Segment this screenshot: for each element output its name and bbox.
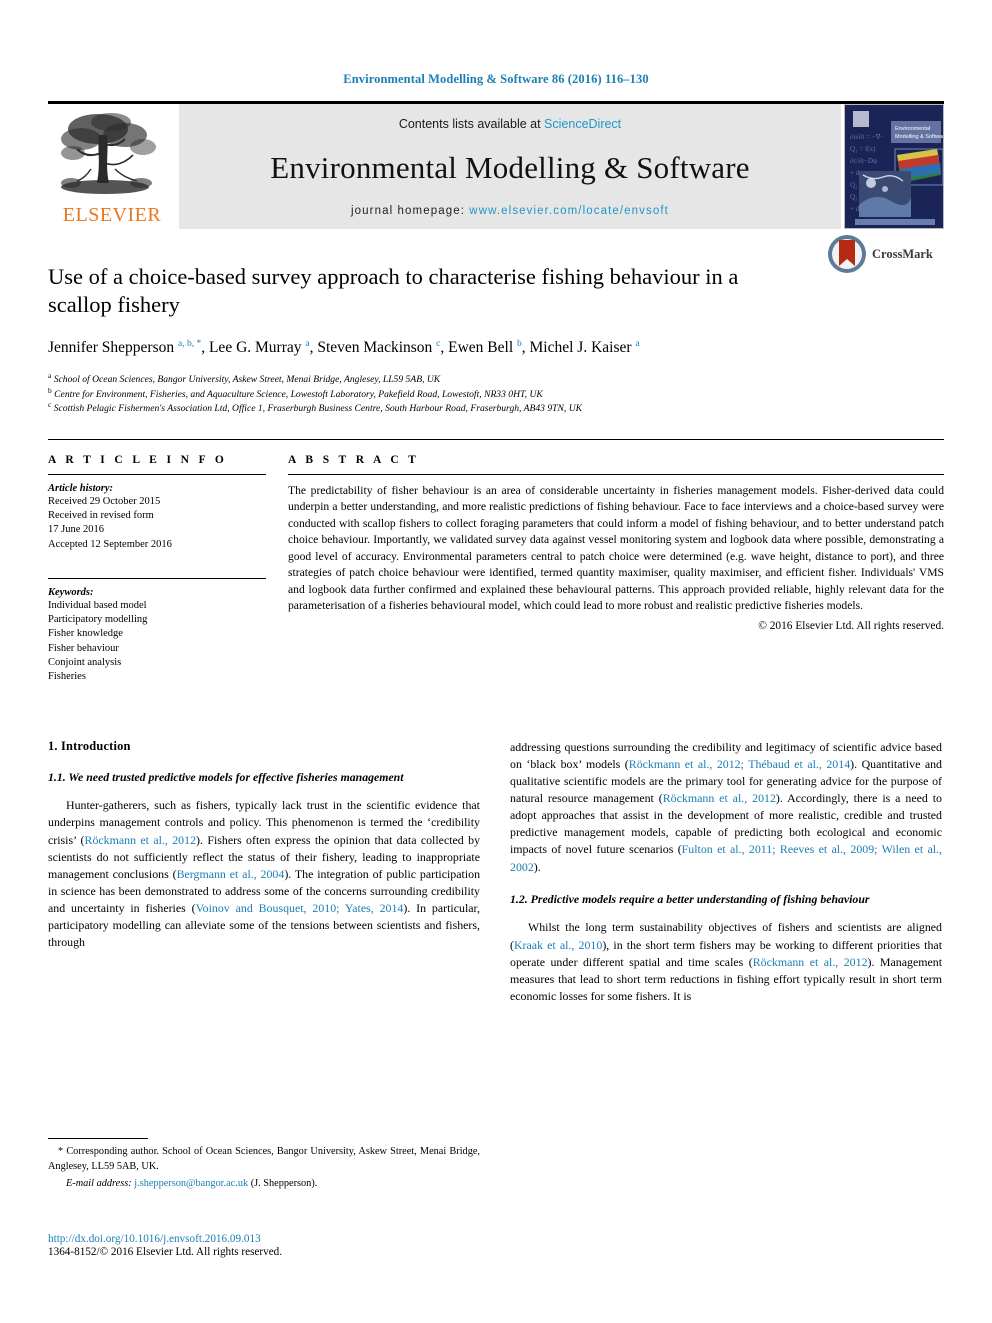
sciencedirect-link[interactable]: ScienceDirect [544,117,621,131]
history-line: 17 June 2016 [48,524,104,536]
affiliation-mark-c: c [48,400,52,410]
section-1-1-heading: 1.1. We need trusted predictive models f… [48,769,404,784]
corresponding-author-note: * Corresponding author. School of Ocean … [48,1146,480,1172]
homepage-prefix: journal homepage: [351,205,470,217]
section-1-heading: 1. Introduction [48,738,131,753]
abstract-column: A B S T R A C T The predictability of fi… [288,454,944,685]
abstract-rule [288,473,944,475]
title-block: CrossMark Use of a choice-based survey a… [48,229,944,417]
running-head: Environmental Modelling & Software 86 (2… [343,72,649,86]
citation-link[interactable]: Röckmann et al., 2012 [85,833,197,847]
crossmark-label: CrossMark [872,246,933,261]
keyword-item: Participatory modelling [48,614,148,626]
journal-banner: Contents lists available at ScienceDirec… [179,104,841,229]
journal-masthead: ELSEVIER Contents lists available at Sci… [48,101,944,229]
svg-text:∂u/∂t = −∇·: ∂u/∂t = −∇· [850,133,883,141]
para2-text-4: ). [533,859,541,874]
keyword-item: Fisheries [48,671,86,683]
article-info-heading: A R T I C L E I N F O [48,453,228,466]
history-line: Received 29 October 2015 [48,495,161,507]
satellite-image [859,171,911,217]
article-history-label: Article history: [48,482,114,494]
affiliation-text-b: Centre for Environment, Fisheries, and A… [54,388,543,400]
paragraph-3: Whilst the long term sustainability obje… [510,919,942,1005]
issn-copyright-line: 1364-8152/© 2016 Elsevier Ltd. All right… [48,1246,283,1258]
affiliation-text-a: School of Ocean Sciences, Bangor Univers… [53,374,441,386]
citation-link[interactable]: Röckmann et al., 2012; Thébaud et al., 2… [629,757,850,771]
journal-title: Environmental Modelling & Software [270,150,750,185]
keywords-label: Keywords: [48,586,94,598]
article-info-rule [48,473,266,475]
affiliation-text-c: Scottish Pelagic Fishermen's Association… [53,403,583,415]
citation-link[interactable]: Bergmann et al., 2004 [177,867,285,881]
journal-homepage-line: journal homepage: www.elsevier.com/locat… [351,205,669,217]
citation-link[interactable]: Kraak et al., 2010 [514,938,602,952]
affiliation-c: c Scottish Pelagic Fishermen's Associati… [48,400,944,417]
email-link[interactable]: j.shepperson@bangor.ac.uk [134,1178,248,1189]
abstract-heading: A B S T R A C T [288,453,420,466]
history-line: Received in revised form [48,510,154,522]
citation-link[interactable]: Röckmann et al., 2012 [663,791,776,805]
keyword-item: Fisher behaviour [48,642,119,654]
paper-page: Environmental Modelling & Software 86 (2… [0,0,992,1323]
email-note: E-mail address: j.shepperson@bangor.ac.u… [48,1177,480,1192]
author-list: Jennifer Shepperson a, b, *, Lee G. Murr… [48,338,640,356]
history-line: Accepted 12 September 2016 [48,538,172,550]
email-label: E-mail address: [66,1178,132,1190]
crossmark-icon [828,235,866,273]
article-info-column: A R T I C L E I N F O Article history: R… [48,454,266,685]
paragraph-1: Hunter-gatherers, such as fishers, typic… [48,797,480,951]
cover-art: ∂u/∂t = −∇· Q₁ = f(x) ∂c/∂t−Dψ + d₁ a₁ =… [845,105,944,228]
crossmark-badge[interactable]: CrossMark [826,233,944,275]
affiliation-mark-a: a [48,370,52,380]
footnote-block: * Corresponding author. School of Ocean … [48,1138,480,1192]
svg-text:∂c/∂t−Dψ: ∂c/∂t−Dψ [850,157,878,165]
journal-cover-thumbnail: ∂u/∂t = −∇· Q₁ = f(x) ∂c/∂t−Dψ + d₁ a₁ =… [844,104,944,229]
abstract-copyright: © 2016 Elsevier Ltd. All rights reserved… [758,619,944,632]
keywords-rule [48,577,266,579]
affiliation-b: b Centre for Environment, Fisheries, and… [48,385,944,403]
section-1-2-heading: 1.2. Predictive models require a better … [510,891,870,906]
elsevier-logo: ELSEVIER [48,104,176,229]
affiliation-a: a School of Ocean Sciences, Bangor Unive… [48,370,944,388]
abstract-text: The predictability of fisher behaviour i… [288,483,944,613]
page-title: Use of a choice-based survey approach to… [48,264,739,318]
paragraph-2: addressing questions surrounding the cre… [510,739,942,876]
citation-link[interactable]: Voinov and Bousquet, 2010; Yates, 2014 [196,901,404,915]
contents-lists-line: Contents lists available at ScienceDirec… [399,117,621,131]
elsevier-tree-icon [61,113,156,194]
homepage-url[interactable]: www.elsevier.com/locate/envsoft [469,205,669,217]
info-abstract-section: A R T I C L E I N F O Article history: R… [48,438,944,685]
citation-link[interactable]: Röckmann et al., 2012 [753,955,868,969]
elsevier-wordmark: ELSEVIER [62,204,162,226]
footnote-rule [48,1138,148,1139]
svg-text:Modelling & Software: Modelling & Software [895,134,944,140]
footer-doi-block: http://dx.doi.org/10.1016/j.envsoft.2016… [48,1233,508,1258]
body-column-right: addressing questions surrounding the cre… [510,739,942,1018]
affiliation-list: a School of Ocean Sciences, Bangor Unive… [48,370,944,417]
body-column-left: 1. Introduction 1.1. We need trusted pre… [48,739,480,1018]
svg-text:Q₁ = f(x): Q₁ = f(x) [850,145,876,153]
email-suffix: (J. Shepperson). [250,1178,318,1190]
svg-text:Environmental: Environmental [895,126,930,132]
keyword-item: Conjoint analysis [48,657,122,669]
keyword-item: Fisher knowledge [48,628,123,640]
contents-prefix: Contents lists available at [398,117,545,131]
affiliation-mark-b: b [48,385,52,395]
doi-link[interactable]: http://dx.doi.org/10.1016/j.envsoft.2016… [48,1233,508,1245]
body-columns: 1. Introduction 1.1. We need trusted pre… [48,739,944,1018]
keyword-item: Individual based model [48,599,147,611]
